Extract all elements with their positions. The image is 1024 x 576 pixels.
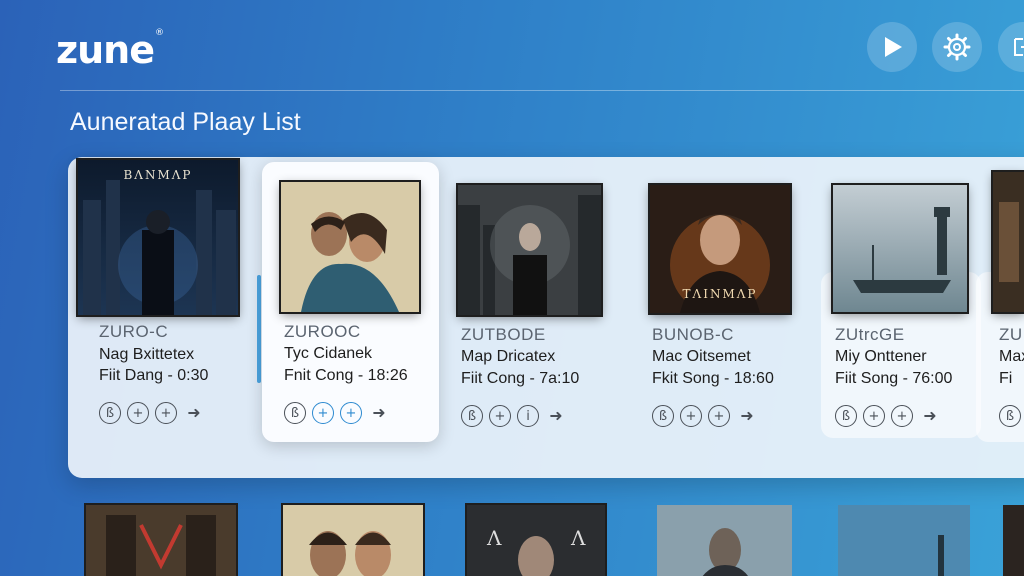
card-actions: ß + + ➜: [99, 402, 205, 424]
cover-title: ΤΛΙΝΜΛΡ: [682, 287, 758, 301]
tag-icon[interactable]: ß: [284, 402, 306, 424]
card-actions: ß + i ➜: [461, 405, 567, 427]
page-title: Auneratad Plaay List: [70, 108, 301, 136]
play-icon: [885, 37, 902, 57]
card-actions: ß + + ➜: [652, 405, 758, 427]
add-icon[interactable]: +: [155, 402, 177, 424]
track-meta: Fiit Dang - 0:30: [99, 367, 209, 384]
tag-icon[interactable]: ß: [835, 405, 857, 427]
add-icon[interactable]: +: [708, 405, 730, 427]
track-title: Max: [999, 348, 1024, 365]
add-icon[interactable]: +: [891, 405, 913, 427]
cover-title: ΒΛΝΜΛΡ: [123, 168, 193, 182]
track-meta: Fiit Cong - 7a:10: [461, 370, 580, 387]
album-cover[interactable]: [1003, 505, 1024, 576]
album-cover[interactable]: ΛΛ: [465, 503, 607, 576]
exit-icon: [1014, 38, 1024, 56]
add-icon[interactable]: +: [312, 402, 334, 424]
track-title: Nag Bxittetex: [99, 346, 195, 363]
album-cover[interactable]: [281, 503, 425, 576]
svg-text:Λ: Λ: [486, 526, 502, 550]
track-artist: ZURO-C: [99, 322, 169, 341]
track-title: Mac Oitsemet: [652, 348, 751, 365]
album-cover[interactable]: [84, 503, 238, 576]
tag-icon[interactable]: ß: [999, 405, 1021, 427]
add-icon[interactable]: +: [863, 405, 885, 427]
share-icon[interactable]: ➜: [545, 405, 567, 427]
play-button[interactable]: [867, 22, 917, 72]
track-title: Map Dricatex: [461, 348, 556, 365]
playlist-card[interactable]: ΒΛΝΜΛΡ ZURO-C Nag Bxittetex Fiit Dang - …: [76, 158, 248, 440]
track-artist: ZUTBODE: [461, 325, 546, 344]
tag-icon[interactable]: ß: [99, 402, 121, 424]
playlist-card[interactable]: ΤΛΙΝΜΛΡ BUNOB-C Mac Oitsemet Fkit Song -…: [648, 183, 810, 445]
playlist-card[interactable]: ZUTBODE Map Dricatex Fiit Cong - 7a:10 ß…: [456, 183, 618, 445]
track-meta: Fkit Song - 18:60: [652, 370, 774, 387]
album-cover[interactable]: [657, 505, 792, 576]
share-icon[interactable]: ➜: [183, 402, 205, 424]
add-icon[interactable]: +: [489, 405, 511, 427]
share-icon[interactable]: ➜: [736, 405, 758, 427]
track-artist: ZUtrcGE: [835, 325, 905, 344]
card-actions: ß + + ➜: [284, 402, 390, 424]
card-actions: ß: [999, 405, 1021, 427]
zune-logo: zune®: [56, 28, 164, 72]
tag-icon[interactable]: ß: [652, 405, 674, 427]
add-icon[interactable]: +: [680, 405, 702, 427]
album-cover: [831, 183, 969, 314]
gear-icon: [943, 33, 971, 61]
track-artist: ZU: [999, 325, 1023, 344]
add-icon[interactable]: +: [127, 402, 149, 424]
track-title: Tyc Cidanek: [284, 345, 373, 362]
album-cover: [279, 180, 421, 314]
settings-button[interactable]: [932, 22, 982, 72]
share-icon[interactable]: ➜: [919, 405, 941, 427]
album-cover: ΒΛΝΜΛΡ: [76, 158, 240, 317]
exit-button[interactable]: [998, 22, 1024, 72]
playlist-card[interactable]: ZUROOC Tyc Cidanek Fnit Cong - 18:26 ß +…: [262, 162, 439, 442]
add-icon[interactable]: +: [340, 402, 362, 424]
track-meta: Fi: [999, 370, 1013, 387]
track-artist: BUNOB-C: [652, 325, 734, 344]
track-meta: Fiit Song - 76:00: [835, 370, 953, 387]
track-meta: Fnit Cong - 18:26: [284, 367, 408, 384]
header-divider: [60, 90, 1024, 91]
selection-indicator: [257, 275, 261, 383]
album-cover: [456, 183, 603, 317]
share-icon[interactable]: ➜: [368, 402, 390, 424]
info-icon[interactable]: i: [517, 405, 539, 427]
album-cover[interactable]: [838, 505, 970, 576]
album-cover: ΤΛΙΝΜΛΡ: [648, 183, 792, 315]
card-actions: ß + + ➜: [835, 405, 941, 427]
track-artist: ZUROOC: [284, 322, 361, 341]
svg-text:Λ: Λ: [570, 526, 586, 550]
album-cover: [991, 170, 1024, 314]
track-title: Miy Onttener: [835, 348, 927, 365]
tag-icon[interactable]: ß: [461, 405, 483, 427]
